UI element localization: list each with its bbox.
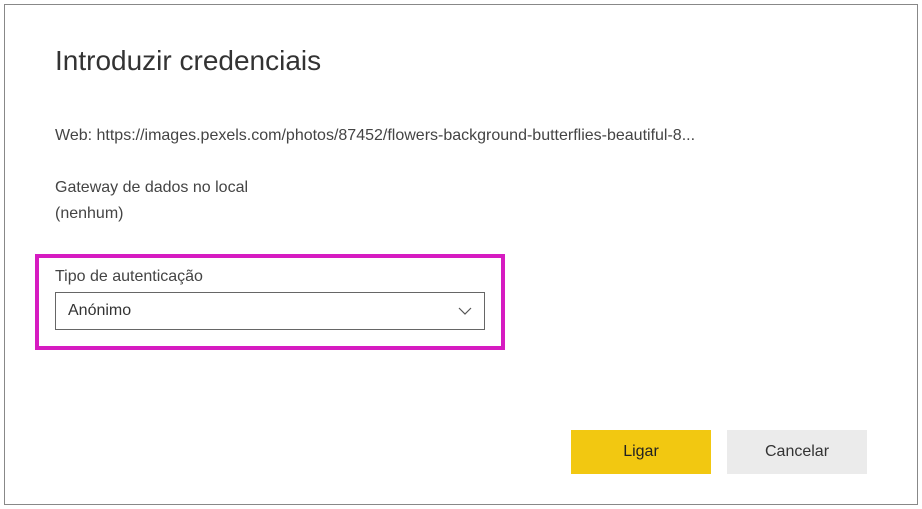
credentials-dialog: Introduzir credenciais Web: https://imag… (4, 4, 918, 505)
source-prefix: Web: (55, 127, 97, 144)
auth-type-selected: Anónimo (68, 302, 131, 320)
gateway-value: (nenhum) (55, 201, 867, 227)
chevron-down-icon (458, 304, 472, 318)
source-url: https://images.pexels.com/photos/87452/f… (97, 127, 696, 144)
cancel-button[interactable]: Cancelar (727, 430, 867, 474)
auth-type-dropdown[interactable]: Anónimo (55, 292, 485, 330)
connect-button[interactable]: Ligar (571, 430, 711, 474)
gateway-label: Gateway de dados no local (55, 175, 867, 201)
dialog-title: Introduzir credenciais (55, 45, 867, 77)
auth-type-label: Tipo de autenticação (55, 268, 485, 286)
source-url-line: Web: https://images.pexels.com/photos/87… (55, 127, 867, 145)
button-row: Ligar Cancelar (55, 430, 867, 474)
gateway-section: Gateway de dados no local (nenhum) (55, 175, 867, 226)
auth-highlight-box: Tipo de autenticação Anónimo (35, 254, 505, 350)
